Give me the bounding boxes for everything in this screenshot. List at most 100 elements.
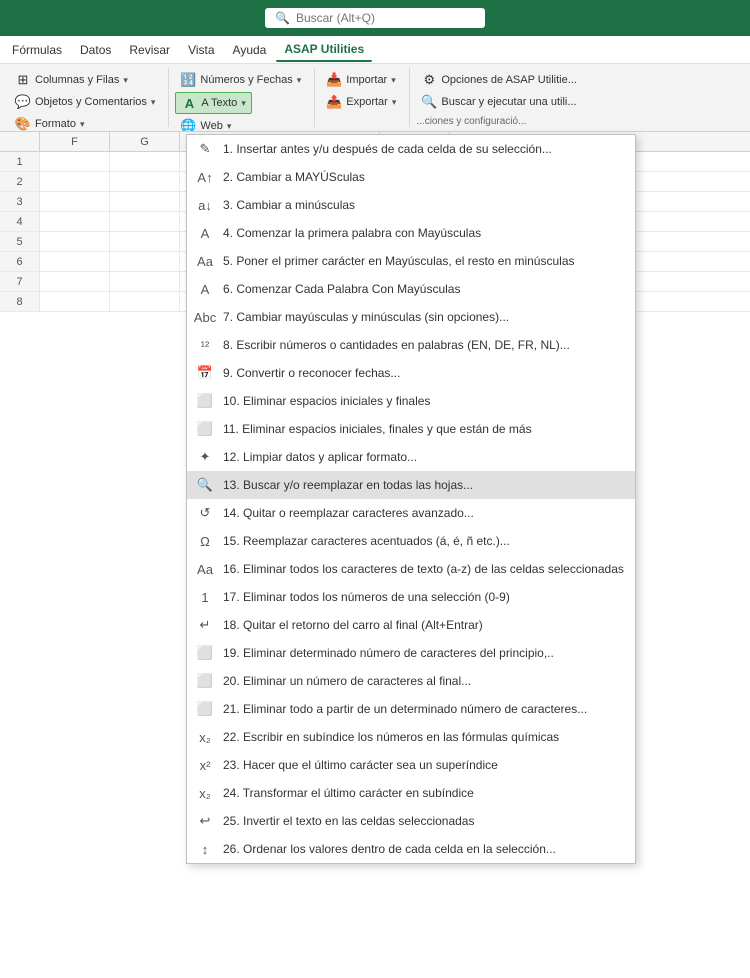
dropdown-item-4[interactable]: A4. Comenzar la primera palabra con Mayú… (187, 219, 635, 247)
item-icon-23: x² (195, 755, 215, 775)
dropdown-item-25[interactable]: ↩25. Invertir el texto en las celdas sel… (187, 807, 635, 835)
cell[interactable] (110, 212, 180, 231)
row-num: 6 (0, 252, 40, 271)
caret-formato: ▾ (80, 119, 85, 130)
dropdown-item-18[interactable]: ↵18. Quitar el retorno del carro al fina… (187, 611, 635, 639)
dropdown-item-7[interactable]: Abc7. Cambiar mayúsculas y minúsculas (s… (187, 303, 635, 331)
item-icon-2: A↑ (195, 167, 215, 187)
ribbon-btn-texto[interactable]: A A Texto ▾ (175, 92, 251, 114)
item-text-17: 17. Eliminar todos los números de una se… (223, 590, 625, 604)
ribbon-btn-exportar[interactable]: 📤 Exportar ▾ (321, 92, 401, 112)
import-icon: 📥 (326, 72, 342, 88)
dropdown-item-19[interactable]: ⬜19. Eliminar determinado número de cara… (187, 639, 635, 667)
dropdown-item-20[interactable]: ⬜20. Eliminar un número de caracteres al… (187, 667, 635, 695)
cell[interactable] (40, 172, 110, 191)
dropdown-item-3[interactable]: a↓3. Cambiar a minúsculas (187, 191, 635, 219)
ribbon: ⊞ Columnas y Filas ▾ 💬 Objetos y Comenta… (0, 64, 750, 132)
cell[interactable] (110, 192, 180, 211)
item-icon-8: ¹² (195, 335, 215, 355)
cell[interactable] (40, 232, 110, 251)
row-num: 1 (0, 152, 40, 171)
dropdown-item-5[interactable]: Aa5. Poner el primer carácter en Mayúscu… (187, 247, 635, 275)
dropdown-item-13[interactable]: 🔍13. Buscar y/o reemplazar en todas las … (187, 471, 635, 499)
dropdown-item-1[interactable]: ✎1. Insertar antes y/u después de cada c… (187, 135, 635, 163)
dropdown-item-24[interactable]: x₂24. Transformar el último carácter en … (187, 779, 635, 807)
item-text-8: 8. Escribir números o cantidades en pala… (223, 338, 625, 352)
item-text-5: 5. Poner el primer carácter en Mayúscula… (223, 254, 625, 268)
ribbon-numeros-label: Números y Fechas (200, 74, 292, 86)
item-icon-25: ↩ (195, 811, 215, 831)
cell[interactable] (40, 252, 110, 271)
item-text-1: 1. Insertar antes y/u después de cada ce… (223, 142, 625, 156)
dropdown-item-11[interactable]: ⬜11. Eliminar espacios iniciales, finale… (187, 415, 635, 443)
item-icon-6: A (195, 279, 215, 299)
row-num: 5 (0, 232, 40, 251)
item-text-20: 20. Eliminar un número de caracteres al … (223, 674, 625, 688)
gear-icon: ⚙ (421, 72, 437, 88)
ribbon-btn-buscar-ejecutar[interactable]: 🔍 Buscar y ejecutar una utili... (416, 92, 581, 112)
menu-ayuda[interactable]: Ayuda (225, 39, 275, 61)
cell[interactable] (110, 252, 180, 271)
dropdown-item-26[interactable]: ↕26. Ordenar los valores dentro de cada … (187, 835, 635, 863)
ribbon-btn-columnas[interactable]: ⊞ Columnas y Filas ▾ (10, 70, 133, 90)
item-text-11: 11. Eliminar espacios iniciales, finales… (223, 422, 625, 436)
menu-revisar[interactable]: Revisar (121, 39, 178, 61)
export-icon: 📤 (326, 94, 342, 110)
dropdown-item-16[interactable]: Aa16. Eliminar todos los caracteres de t… (187, 555, 635, 583)
menu-asap[interactable]: ASAP Utilities (276, 38, 372, 62)
menu-datos[interactable]: Datos (72, 39, 119, 61)
row-num: 2 (0, 172, 40, 191)
dropdown-item-21[interactable]: ⬜21. Eliminar todo a partir de un determ… (187, 695, 635, 723)
dropdown-item-9[interactable]: 📅9. Convertir o reconocer fechas... (187, 359, 635, 387)
item-text-22: 22. Escribir en subíndice los números en… (223, 730, 625, 744)
col-header-G: G (110, 132, 180, 151)
item-icon-3: a↓ (195, 195, 215, 215)
item-icon-7: Abc (195, 307, 215, 327)
cell[interactable] (40, 192, 110, 211)
ribbon-btn-objetos[interactable]: 💬 Objetos y Comentarios ▾ (10, 92, 160, 112)
texto-dropdown-menu: ✎1. Insertar antes y/u después de cada c… (186, 134, 636, 864)
ribbon-funciones-label: ...ciones y configuració... (416, 114, 526, 127)
item-icon-18: ↵ (195, 615, 215, 635)
search-box[interactable]: 🔍 (265, 8, 485, 28)
menu-formulas[interactable]: Fórmulas (4, 39, 70, 61)
dropdown-item-17[interactable]: 117. Eliminar todos los números de una s… (187, 583, 635, 611)
ribbon-btn-formato[interactable]: 🎨 Formato ▾ (10, 114, 90, 132)
ribbon-btn-web[interactable]: 🌐 Web ▾ (175, 116, 236, 132)
cell[interactable] (40, 272, 110, 291)
item-text-15: 15. Reemplazar caracteres acentuados (á,… (223, 534, 625, 548)
caret-texto: ▾ (241, 98, 246, 109)
objects-icon: 💬 (15, 94, 31, 110)
dropdown-item-23[interactable]: x² 23. Hacer que el último carácter sea u… (187, 751, 635, 779)
cell[interactable] (40, 152, 110, 171)
ribbon-btn-opciones[interactable]: ⚙ Opciones de ASAP Utilitie... (416, 70, 582, 90)
search-input[interactable] (296, 11, 466, 25)
cell[interactable] (40, 292, 110, 311)
dropdown-item-12[interactable]: ✦12. Limpiar datos y aplicar formato... (187, 443, 635, 471)
dropdown-item-8[interactable]: ¹² 8. Escribir números o cantidades en pa… (187, 331, 635, 359)
dropdown-item-14[interactable]: ↺14. Quitar o reemplazar caracteres avan… (187, 499, 635, 527)
dropdown-item-2[interactable]: A↑2. Cambiar a MAYÚSculas (187, 163, 635, 191)
execute-icon: 🔍 (421, 94, 437, 110)
dropdown-item-10[interactable]: ⬜10. Eliminar espacios iniciales y final… (187, 387, 635, 415)
cell[interactable] (110, 232, 180, 251)
cell[interactable] (110, 172, 180, 191)
item-text-19: 19. Eliminar determinado número de carac… (223, 646, 625, 660)
dropdown-item-15[interactable]: Ω15. Reemplazar caracteres acentuados (á… (187, 527, 635, 555)
numbers-icon: 🔢 (180, 72, 196, 88)
cell[interactable] (110, 272, 180, 291)
row-num: 4 (0, 212, 40, 231)
item-text-23: 23. Hacer que el último carácter sea un … (223, 758, 625, 772)
dropdown-item-22[interactable]: x₂22. Escribir en subíndice los números … (187, 723, 635, 751)
row-num: 7 (0, 272, 40, 291)
item-icon-10: ⬜ (195, 391, 215, 411)
item-icon-12: ✦ (195, 447, 215, 467)
cell[interactable] (110, 152, 180, 171)
dropdown-item-6[interactable]: A6. Comenzar Cada Palabra Con Mayúsculas (187, 275, 635, 303)
menu-vista[interactable]: Vista (180, 39, 222, 61)
cell[interactable] (40, 212, 110, 231)
ribbon-btn-importar[interactable]: 📥 Importar ▾ (321, 70, 401, 90)
ribbon-btn-numeros[interactable]: 🔢 Números y Fechas ▾ (175, 70, 306, 90)
cell[interactable] (110, 292, 180, 311)
ribbon-web-label: Web (200, 120, 222, 132)
